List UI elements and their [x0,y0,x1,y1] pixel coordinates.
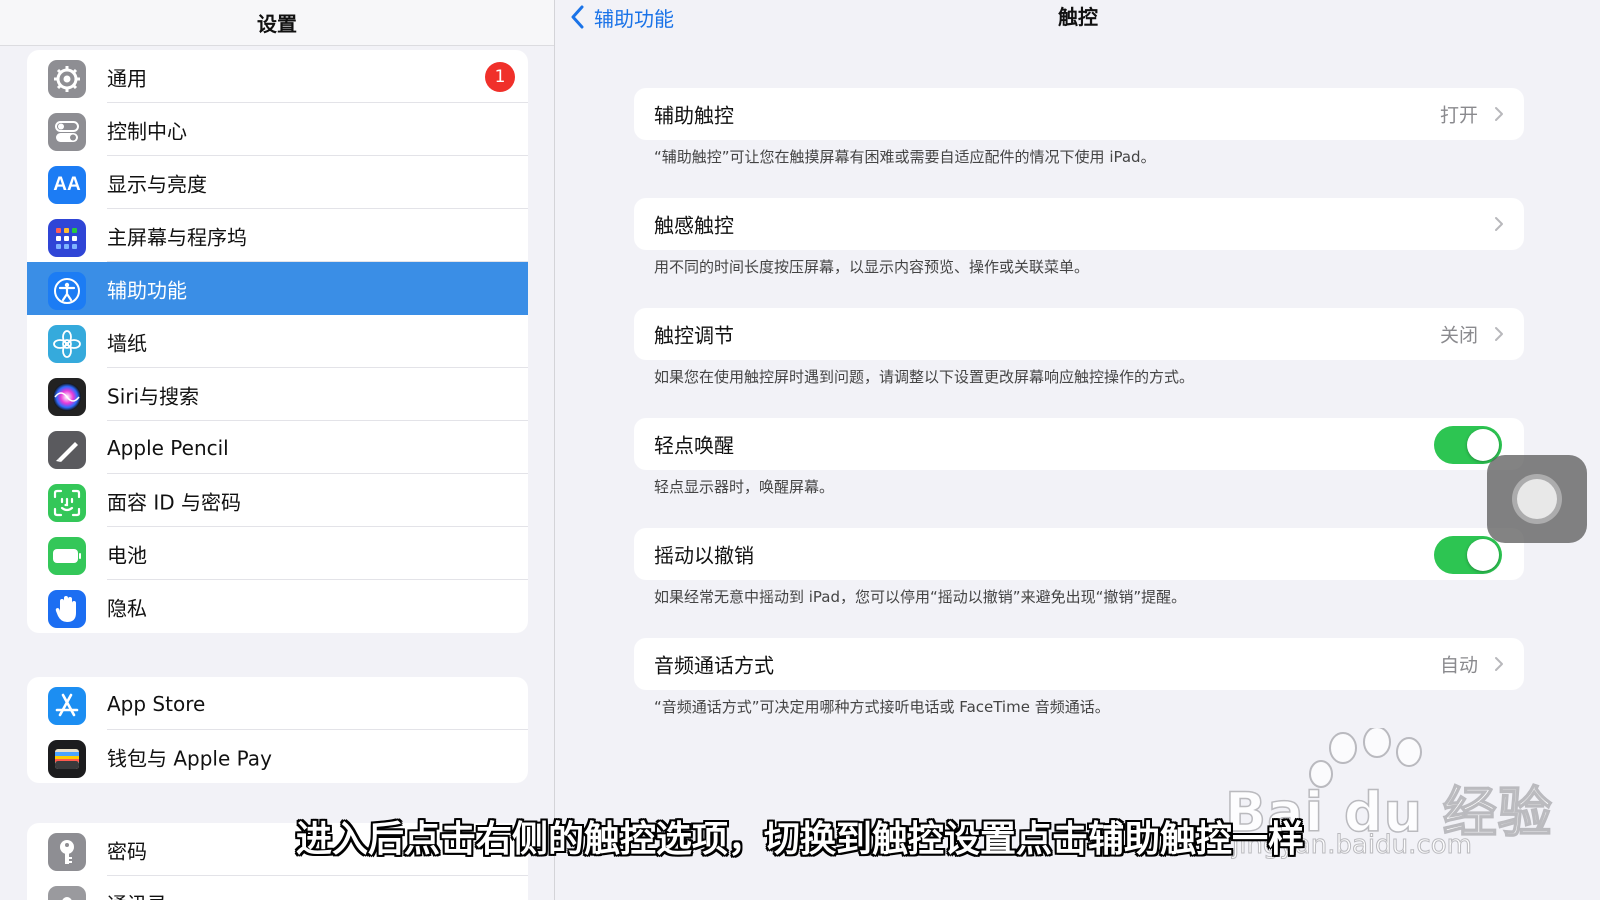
wallet-icon [48,740,86,778]
control-center-icon [48,113,86,151]
sidebar-item-label: App Store [107,691,206,716]
sidebar-header: 设置 [0,0,554,46]
chevron-left-icon [571,5,584,29]
setting-label: 辅助触控 [654,103,734,128]
touch-setting-row-0[interactable]: 辅助触控 打开 [634,88,1524,140]
pencil-icon [48,431,86,469]
sidebar-item-group1-4[interactable]: 辅助功能 [27,262,528,315]
chevron-right-icon [1495,107,1503,121]
sidebar-item-group1-2[interactable]: AA 显示与亮度 [27,156,528,209]
setting-value: 关闭 [1439,324,1478,347]
toggle-knob [1467,539,1499,571]
assistive-touch-button[interactable] [1487,455,1587,543]
sidebar-item-label: 通讯录 [107,888,167,900]
sidebar-item-label: 显示与亮度 [107,172,207,196]
sidebar-item-label: 墙纸 [107,331,147,355]
chevron-right-icon [1495,217,1503,231]
wallpaper-icon [48,325,86,363]
display-brightness-icon: AA [48,166,86,204]
chevron-right-icon [1495,327,1503,341]
sidebar-item-label: 通用 [107,66,147,90]
back-button[interactable]: 辅助功能 [570,2,674,32]
sidebar-item-group2-1[interactable]: 钱包与 Apple Pay [27,730,528,783]
touch-setting-row-1[interactable]: 触感触控 [634,198,1524,250]
assistive-touch-core [1517,479,1557,519]
sidebar-item-group1-1[interactable]: 控制中心 [27,103,528,156]
sidebar-item-group3-1[interactable]: 通讯录 [27,876,528,900]
face-id-icon [48,484,86,522]
touch-setting-row-2[interactable]: 触控调节 关闭 [634,308,1524,360]
hand-icon [48,590,86,628]
settings-group-store: App Store 钱包与 Apple Pay [27,677,528,783]
toggle-knob [1467,429,1499,461]
touch-setting-row-3[interactable]: 轻点唤醒 [634,418,1524,470]
sidebar-item-label: 主屏幕与程序坞 [107,225,247,249]
sidebar-item-label: 控制中心 [107,119,187,143]
touch-detail-pane: 辅助功能 触控 辅助触控 打开 “辅助触控”可让您在触摸屏幕有困难或需要自适应配件的… [556,0,1600,900]
sidebar-item-label: 辅助功能 [107,278,187,302]
sidebar-item-group1-9[interactable]: 电池 [27,527,528,580]
sidebar-item-group1-5[interactable]: 墙纸 [27,315,528,368]
settings-sidebar: 设置 通用 1 控制中心 AA 显示与亮度主屏幕与程序坞 辅助功能墙纸 Siri与搜索 App… [0,0,555,900]
setting-value: 自动 [1439,654,1478,677]
setting-description: “辅助触控”可让您在触摸屏幕有困难或需要自适应配件的情况下使用 iPad。 [654,148,1156,166]
sidebar-item-group1-10[interactable]: 隐私 [27,580,528,633]
sidebar-item-label: 钱包与 Apple Pay [107,746,272,770]
setting-description: 轻点显示器时，唤醒屏幕。 [654,478,835,496]
assistive-touch-ring-icon [1512,474,1562,524]
setting-value: 打开 [1439,104,1478,127]
gear-icon [48,60,86,98]
accessibility-icon [48,272,86,310]
video-subtitle: 进入后点击右侧的触控选项，切换到触控设置点击辅助触控一样 [295,819,1304,860]
sidebar-title: 设置 [257,12,297,36]
sidebar-item-group2-0[interactable]: App Store [27,677,528,730]
home-screen-icon [48,219,86,257]
page-title: 触控 [1058,5,1098,29]
setting-description: 如果您在使用触控屏时遇到问题，请调整以下设置更改屏幕响应触控操作的方式。 [654,368,1195,386]
setting-description: 用不同的时间长度按压屏幕，以显示内容预览、操作或关联菜单。 [654,258,1090,276]
setting-description: “音频通话方式”可决定用哪种方式接听电话或 FaceTime 音频通话。 [654,698,1110,716]
siri-icon [48,378,86,416]
toggle-switch[interactable] [1434,536,1502,574]
setting-description: 如果经常无意中摇动到 iPad，您可以停用“摇动以撤销”来避免出现“撤销”提醒。 [654,588,1187,606]
sidebar-item-label: 面容 ID 与密码 [107,490,242,514]
setting-label: 触控调节 [654,323,734,348]
app-store-icon [48,687,86,725]
touch-setting-row-5[interactable]: 音频通话方式 自动 [634,638,1524,690]
sidebar-item-label: 隐私 [107,596,147,620]
back-label: 辅助功能 [594,6,674,31]
sidebar-item-label: Siri与搜索 [107,384,200,408]
sidebar-item-label: Apple Pencil [107,435,229,460]
setting-label: 音频通话方式 [654,653,774,678]
battery-icon [48,537,86,575]
sidebar-item-label: 电池 [107,543,147,567]
sidebar-item-group1-8[interactable]: 面容 ID 与密码 [27,474,528,527]
sidebar-item-group1-7[interactable]: Apple Pencil [27,421,528,474]
setting-label: 轻点唤醒 [654,433,734,458]
contacts-icon [48,886,86,900]
chevron-right-icon [1495,657,1503,671]
toggle-switch[interactable] [1434,426,1502,464]
setting-label: 摇动以撤销 [654,543,754,568]
sidebar-item-group1-6[interactable]: Siri与搜索 [27,368,528,421]
notification-badge: 1 [485,62,515,92]
sidebar-item-group1-0[interactable]: 通用 1 [27,50,528,103]
touch-setting-row-4[interactable]: 摇动以撤销 [634,528,1524,580]
settings-group-main: 通用 1 控制中心 AA 显示与亮度主屏幕与程序坞 辅助功能墙纸 Siri与搜索 Apple … [27,50,528,633]
setting-label: 触感触控 [654,213,734,238]
sidebar-item-group1-3[interactable]: 主屏幕与程序坞 [27,209,528,262]
